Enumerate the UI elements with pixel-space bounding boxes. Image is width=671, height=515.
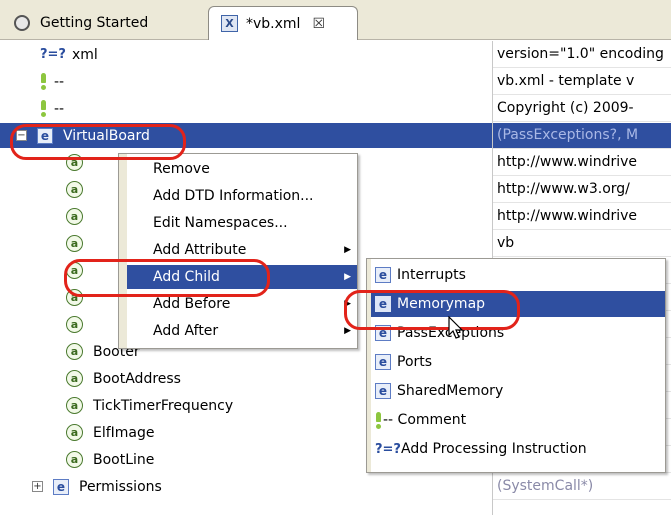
comment-icon [40,73,48,90]
element-icon: e [375,267,391,283]
node-label: BootLine [93,451,155,468]
element-icon: e [375,383,391,399]
tree-row[interactable]: -- vb.xml - template v [0,68,671,95]
menu-item-add-after[interactable]: Add After ▶ [127,319,357,343]
editor-tab-bar: Getting Started X *vb.xml ☒ [0,0,671,40]
node-value[interactable]: version="1.0" encoding [497,41,671,68]
menu-item-label: Remove [153,161,210,177]
menu-item-label: Add DTD Information... [153,188,314,204]
attribute-icon: a [66,451,83,468]
mouse-cursor-icon [448,316,464,339]
node-label: -- [54,100,65,117]
node-value[interactable]: (PassExceptions?, M [497,122,671,149]
submenu-item-interrupts[interactable]: e Interrupts [371,262,665,288]
node-label: TickTimerFrequency [93,397,234,414]
attribute-icon: a [66,235,83,252]
tree-node-name[interactable]: -- [0,95,492,122]
xml-file-icon: X [221,15,238,32]
submenu-item-add-processing-instruction[interactable]: ?=? Add Processing Instruction [371,436,665,462]
node-value[interactable]: vb [497,230,671,257]
tree-node-name[interactable]: -- [0,68,492,95]
comment-icon [40,100,48,117]
submenu-item-label: -- Comment [383,412,467,428]
attribute-icon: a [66,370,83,387]
submenu-arrow-icon: ▶ [344,245,351,255]
close-icon[interactable]: ☒ [312,16,325,32]
tree-row[interactable]: ?=? xml version="1.0" encoding [0,41,671,68]
expand-icon[interactable]: + [32,481,43,492]
tree-row[interactable]: + e Permissions (SystemCall*) [0,473,671,500]
context-menu: Remove Add DTD Information... Edit Namespa… [118,153,358,349]
menu-item-label: Add Attribute [153,242,247,258]
globe-icon [14,15,30,31]
annotation-ring-memorymap [344,290,520,330]
tab-getting-started[interactable]: Getting Started [6,6,186,40]
node-label: BootAddress [93,370,181,387]
menu-item-edit-namespaces[interactable]: Edit Namespaces... [127,211,357,235]
menu-icon-strip [119,154,127,348]
menu-item-label: Add Before [153,296,231,312]
menu-item-remove[interactable]: Remove [127,157,357,181]
processing-instruction-icon: ?=? [375,441,401,457]
attribute-icon: a [66,181,83,198]
attribute-icon: a [66,316,83,333]
node-label: Permissions [79,478,162,495]
submenu-item-label: Ports [397,354,433,370]
node-label: xml [71,46,98,63]
node-value[interactable]: Copyright (c) 2009- [497,95,671,122]
node-value[interactable]: (SystemCall*) [497,473,671,500]
tab-vb-xml[interactable]: X *vb.xml ☒ [208,6,358,40]
tree-node-name[interactable]: ?=? xml [0,41,492,68]
submenu-item-label: SharedMemory [397,383,504,399]
submenu-arrow-icon: ▶ [344,326,351,336]
annotation-ring-add-child [64,259,270,297]
node-label: -- [54,73,65,90]
submenu-arrow-icon: ▶ [344,272,351,282]
menu-item-label: Edit Namespaces... [153,215,288,231]
node-value[interactable]: vb.xml - template v [497,68,671,95]
node-label: ElfImage [93,424,155,441]
tree-row[interactable]: -- Copyright (c) 2009- [0,95,671,122]
attribute-icon: a [66,343,83,360]
submenu-item-label: Add Processing Instruction [400,441,587,457]
annotation-ring-virtualboard [10,124,186,160]
submenu-item-sharedmemory[interactable]: e SharedMemory [371,378,665,404]
tab-label: Getting Started [40,15,149,31]
row-divider [492,499,671,500]
attribute-icon: a [66,424,83,441]
menu-item-add-dtd-information[interactable]: Add DTD Information... [127,184,357,208]
submenu-item-label: Interrupts [397,267,466,283]
attribute-icon: a [66,208,83,225]
node-value[interactable]: http://www.windrive [497,203,671,230]
element-icon: e [375,354,391,370]
node-value[interactable]: http://www.w3.org/ [497,176,671,203]
menu-item-label: Add After [153,323,219,339]
attribute-icon: a [66,397,83,414]
submenu-item-ports[interactable]: e Ports [371,349,665,375]
submenu-item-comment[interactable]: -- Comment [371,407,665,433]
element-icon: e [53,478,69,495]
processing-instruction-icon: ?=? [40,47,66,62]
tab-label: *vb.xml [246,15,301,32]
tree-node-name[interactable]: + e Permissions [0,473,492,500]
comment-icon [375,411,383,429]
node-value[interactable]: http://www.windrive [497,149,671,176]
